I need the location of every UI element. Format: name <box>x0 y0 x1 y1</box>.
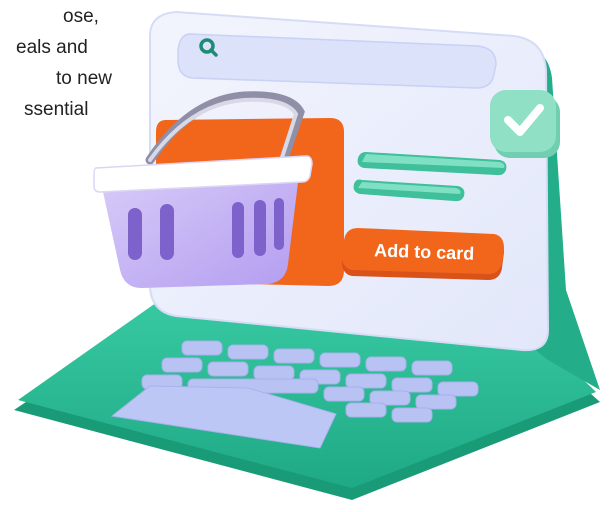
keyboard-key <box>415 394 457 410</box>
keyboard-key <box>411 360 453 376</box>
keyboard-key <box>391 377 433 393</box>
keyboard-key <box>345 373 387 389</box>
add-to-cart-label: Add to card <box>374 240 475 263</box>
checkmark-badge <box>490 90 560 158</box>
add-to-cart-button[interactable]: Add to card <box>342 228 504 280</box>
keyboard-key <box>273 348 315 364</box>
laptop-shopping-illustration: Add to card <box>14 10 600 500</box>
keyboard-key <box>391 407 433 423</box>
keyboard-key <box>345 402 387 418</box>
keyboard-key <box>365 356 407 372</box>
keyboard-key <box>253 365 295 381</box>
keyboard-key <box>437 381 479 397</box>
keyboard-key <box>227 344 269 360</box>
keyboard-key <box>323 386 365 402</box>
keyboard-key <box>207 361 249 377</box>
keyboard-key <box>161 357 203 373</box>
keyboard-key <box>181 340 223 356</box>
keyboard-key <box>319 352 361 368</box>
